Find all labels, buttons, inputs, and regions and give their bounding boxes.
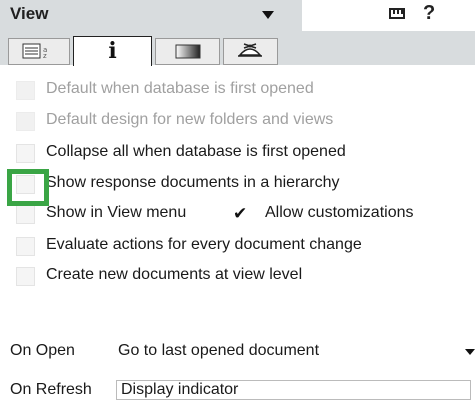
tab-basics[interactable]: a z xyxy=(8,38,70,65)
tab-style[interactable] xyxy=(155,38,220,65)
highlight-box xyxy=(7,169,49,206)
option-create-new-documents: Create new documents at view level xyxy=(0,264,475,292)
tab-advanced[interactable] xyxy=(223,38,278,65)
info-icon: i xyxy=(108,38,117,64)
option-allow-customizations-label: Allow customizations xyxy=(265,204,414,221)
svg-text:z: z xyxy=(43,52,47,60)
chevron-down-icon[interactable] xyxy=(465,349,475,355)
option-label: Evaluate actions for every document chan… xyxy=(46,236,362,253)
checkbox[interactable] xyxy=(16,81,35,100)
propeller-hat-icon xyxy=(238,43,262,57)
on-refresh-value: Display indicator xyxy=(121,381,239,398)
option-default-design: Default design for new folders and views xyxy=(0,109,475,137)
option-label: Default when database is first opened xyxy=(46,80,314,97)
option-label: Collapse all when database is first open… xyxy=(46,143,346,160)
chevron-down-icon xyxy=(262,11,274,19)
keyboard-icon[interactable] xyxy=(389,8,405,19)
option-label: Create new documents at view level xyxy=(46,266,303,283)
option-default-when-opened: Default when database is first opened xyxy=(0,78,475,106)
option-label: Default design for new folders and views xyxy=(46,111,334,128)
checkbox[interactable] xyxy=(16,144,35,163)
checkbox[interactable] xyxy=(16,112,35,131)
tab-strip: a z i xyxy=(0,31,475,66)
on-open-select[interactable]: Go to last opened document xyxy=(118,342,319,360)
option-label: Show response documents in a hierarchy xyxy=(46,174,340,191)
option-show-response-hierarchy: Show response documents in a hierarchy xyxy=(0,172,475,200)
properties-titlebar: View ? xyxy=(0,0,475,32)
view-selector-label: View xyxy=(10,4,49,23)
help-icon[interactable]: ? xyxy=(423,2,435,25)
on-open-label: On Open xyxy=(10,342,75,359)
list-icon: a z xyxy=(22,43,47,60)
option-label: Show in View menu xyxy=(46,204,187,221)
tab-info[interactable]: i xyxy=(73,36,152,66)
checkbox[interactable] xyxy=(16,267,35,286)
option-evaluate-actions: Evaluate actions for every document chan… xyxy=(0,234,475,262)
option-collapse-all: Collapse all when database is first open… xyxy=(0,141,475,169)
view-selector-dropdown[interactable]: View xyxy=(0,0,302,31)
checkbox[interactable] xyxy=(16,205,35,224)
checkmark-icon[interactable]: ✔ xyxy=(233,204,247,224)
on-refresh-label: On Refresh xyxy=(10,381,92,398)
checkbox[interactable] xyxy=(16,237,35,256)
style-icon xyxy=(175,44,201,59)
